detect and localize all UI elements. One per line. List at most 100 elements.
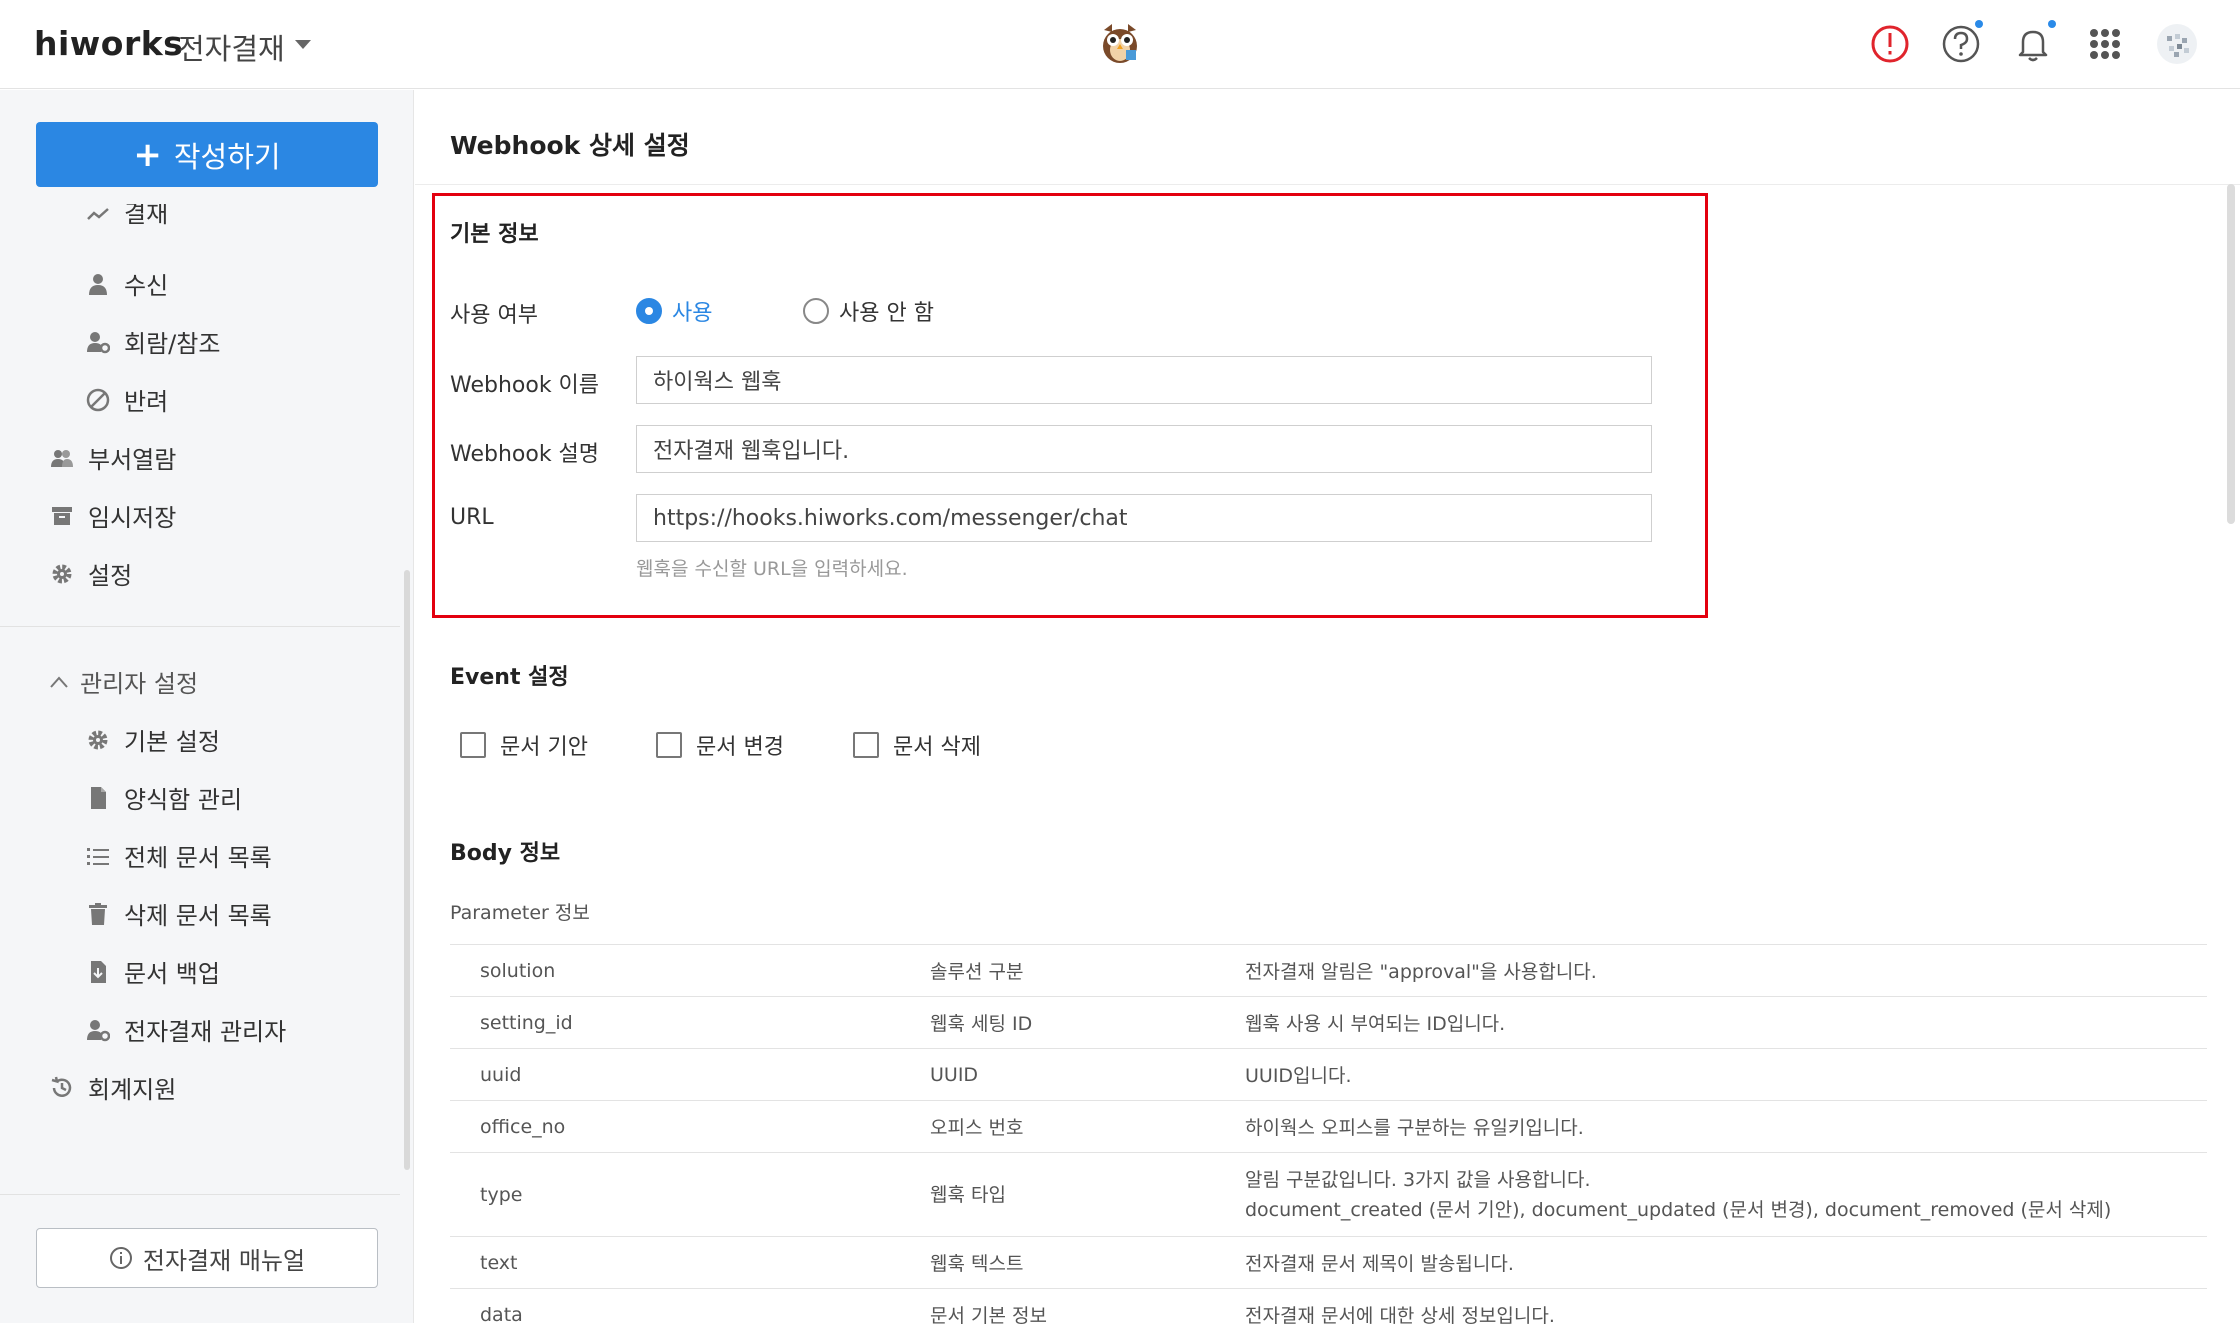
block-icon: [86, 388, 110, 411]
admin-settings-label: 관리자 설정: [80, 670, 199, 698]
sidebar-item-rejected[interactable]: 반려: [86, 382, 168, 417]
radio-circle: [636, 298, 662, 324]
sidebar-item-circulation[interactable]: 회람/참조: [86, 324, 220, 359]
sidebar-item-settings[interactable]: 설정: [50, 556, 132, 591]
table-row: solution 솔루션 구분 전자결재 알림은 "approval"을 사용합…: [450, 944, 2207, 997]
admin-settings-toggle[interactable]: 관리자 설정: [50, 664, 198, 699]
sidebar-item-label: 기본 설정: [124, 728, 220, 756]
manual-button[interactable]: 전자결재 매뉴얼: [36, 1228, 378, 1288]
main-content: Webhook 상세 설정 기본 정보 사용 여부 사용 사용 안 함 Webh…: [415, 90, 2240, 1341]
download-doc-icon: [91, 960, 106, 983]
body-title: Body 정보: [450, 841, 561, 866]
checkbox: [853, 732, 879, 758]
param-name: UUID: [930, 1048, 1245, 1101]
title-divider: [415, 184, 2240, 185]
group-icon: [51, 449, 73, 467]
chevron-down-icon[interactable]: [295, 40, 311, 49]
param-desc: 알림 구분값입니다. 3가지 값을 사용합니다. document_create…: [1245, 1152, 2207, 1237]
url-label: URL: [450, 505, 494, 530]
param-desc-line: 알림 구분값입니다. 3가지 값을 사용합니다.: [1245, 1168, 1591, 1191]
sidebar-item-deleted-documents[interactable]: 삭제 문서 목록: [86, 896, 272, 931]
sidebar-item-label: 반려: [124, 388, 169, 416]
bell-notification-dot: [2048, 20, 2056, 28]
table-row: office_no 오피스 번호 하이웍스 오피스를 구분하는 유일키입니다.: [450, 1100, 2207, 1153]
manual-label: 전자결재 매뉴얼: [142, 1246, 306, 1275]
use-radio-on[interactable]: 사용: [636, 295, 712, 327]
sidebar-item-basic-settings[interactable]: 기본 설정: [86, 722, 220, 757]
checkbox-label: 문서 변경: [696, 735, 784, 760]
info-icon: [109, 1247, 132, 1269]
apps-grid-icon[interactable]: [2083, 22, 2127, 66]
sidebar-scrollbar[interactable]: [404, 570, 410, 1170]
url-input[interactable]: [636, 494, 1652, 542]
url-hint: 웹훅을 수신할 URL을 입력하세요.: [636, 558, 908, 580]
param-name: 오피스 번호: [930, 1100, 1245, 1153]
sidebar-item-form-management[interactable]: 양식함 관리: [86, 780, 242, 815]
param-name: 웹훅 타입: [930, 1152, 1245, 1237]
help-notification-dot: [1975, 20, 1983, 28]
sidebar-item-received[interactable]: 수신: [86, 266, 168, 301]
event-checkbox-updated[interactable]: 문서 변경: [656, 729, 784, 761]
bell-icon[interactable]: [2011, 22, 2055, 66]
sidebar-item-approval-admin[interactable]: 전자결재 관리자: [86, 1012, 286, 1047]
sidebar-item-label: 수신: [124, 272, 169, 300]
sidebar-item-label: 부서열람: [88, 446, 177, 474]
main-scrollbar[interactable]: [2227, 184, 2235, 524]
help-icon[interactable]: [1939, 22, 1983, 66]
sidebar-item-label: 결재: [124, 204, 169, 228]
radio-circle: [803, 298, 829, 324]
alert-icon[interactable]: [1868, 22, 1912, 66]
person-gear-icon: [87, 331, 110, 353]
avatar[interactable]: [2155, 22, 2199, 66]
sidebar-item-label: 회계지원: [88, 1076, 177, 1104]
event-checkbox-removed[interactable]: 문서 삭제: [853, 729, 981, 761]
basic-info-title: 기본 정보: [450, 222, 539, 247]
sidebar-item-department[interactable]: 부서열람: [50, 440, 176, 475]
sidebar-item-all-documents[interactable]: 전체 문서 목록: [86, 838, 272, 873]
sidebar-item-label: 전체 문서 목록: [124, 844, 272, 872]
param-name: 문서 기본 정보: [930, 1288, 1245, 1341]
param-key: office_no: [450, 1100, 930, 1153]
trash-icon: [89, 902, 107, 925]
event-title: Event 설정: [450, 665, 569, 690]
param-key: uuid: [450, 1048, 930, 1101]
param-key: type: [450, 1152, 930, 1237]
compose-label: 작성하기: [173, 139, 281, 174]
param-key: solution: [450, 944, 930, 997]
param-key: text: [450, 1236, 930, 1289]
webhook-desc-input[interactable]: [636, 425, 1652, 473]
param-name: 솔루션 구분: [930, 944, 1245, 997]
history-icon: [51, 1076, 72, 1097]
sidebar-item-accounting[interactable]: 회계지원: [50, 1070, 176, 1105]
use-radio-off[interactable]: 사용 안 함: [803, 295, 934, 327]
webhook-name-input[interactable]: [636, 356, 1652, 404]
param-desc-line: document_created (문서 기안), document_updat…: [1245, 1198, 2112, 1221]
sidebar-item-label: 삭제 문서 목록: [124, 902, 272, 930]
gear-icon: [88, 730, 108, 749]
table-row: type 웹훅 타입 알림 구분값입니다. 3가지 값을 사용합니다. docu…: [450, 1152, 2207, 1237]
webhook-desc-label: Webhook 설명: [450, 442, 600, 467]
mascot-icon[interactable]: [1098, 20, 1142, 66]
compose-button[interactable]: + 작성하기: [36, 122, 378, 187]
sidebar-item-document-backup[interactable]: 문서 백업: [86, 954, 220, 989]
param-name: 웹훅 텍스트: [930, 1236, 1245, 1289]
sidebar-item-label: 문서 백업: [124, 960, 220, 988]
event-checkbox-created[interactable]: 문서 기안: [460, 729, 588, 761]
table-row: text 웹훅 텍스트 전자결재 문서 제목이 발송됩니다.: [450, 1236, 2207, 1289]
list-icon: [87, 847, 109, 865]
parameter-table: solution 솔루션 구분 전자결재 알림은 "approval"을 사용합…: [450, 944, 2207, 1341]
checkbox: [460, 732, 486, 758]
app-switcher-label[interactable]: 전자결재: [178, 26, 285, 68]
param-desc: 웹훅 사용 시 부여되는 ID입니다.: [1245, 996, 2207, 1049]
sidebar-item-label: 전자결재 관리자: [124, 1018, 287, 1046]
sidebar: + 작성하기 결재 수신 회람/참조 반려 부서열람 임시저장 설정 관리자 설…: [0, 90, 414, 1323]
brand-logo[interactable]: hiworks: [34, 24, 183, 63]
sidebar-item-drafts[interactable]: 임시저장: [50, 498, 176, 533]
sidebar-item-label: 임시저장: [88, 504, 177, 532]
sidebar-item-label: 회람/참조: [124, 330, 221, 358]
radio-label: 사용 안 함: [839, 301, 934, 326]
plus-icon: +: [133, 134, 162, 175]
sidebar-divider: [0, 1194, 400, 1195]
checkbox-label: 문서 기안: [500, 735, 588, 760]
sidebar-item-approval[interactable]: 결재: [86, 204, 168, 230]
